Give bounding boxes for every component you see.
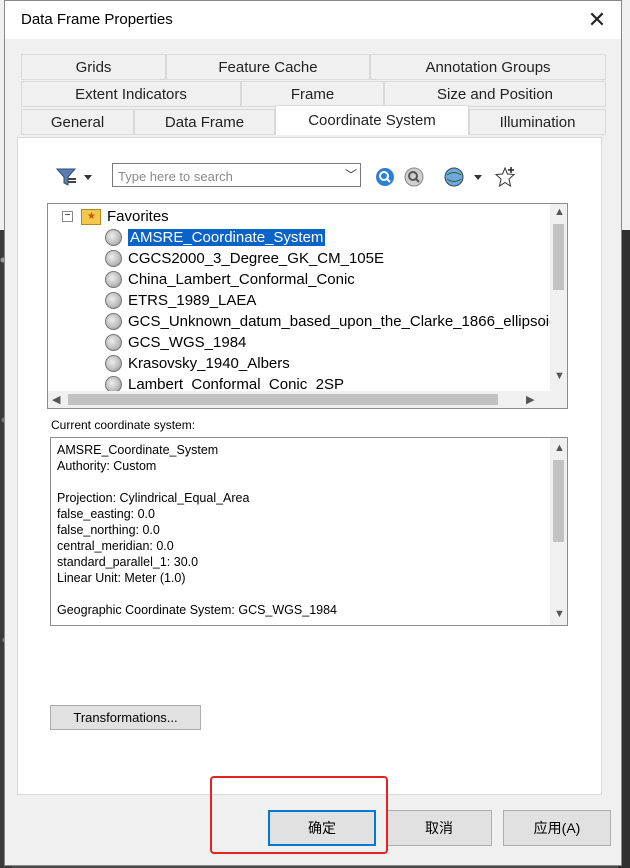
- info-line: false_easting: 0.0: [57, 507, 155, 521]
- tab-illumination[interactable]: Illumination: [469, 109, 606, 135]
- collapse-icon[interactable]: −: [62, 211, 73, 222]
- tab-feature-cache[interactable]: Feature Cache: [166, 54, 370, 80]
- globe-icon: [105, 229, 122, 246]
- list-item[interactable]: CGCS2000_3_Degree_GK_CM_105E: [105, 248, 384, 269]
- tree-item-label: GCS_WGS_1984: [128, 334, 247, 351]
- tree-vertical-scrollbar[interactable]: ▲ ▼: [550, 204, 567, 391]
- chevron-down-icon[interactable]: ﹀: [345, 166, 357, 183]
- scroll-thumb[interactable]: [68, 394, 498, 405]
- tree-label: Favorites: [107, 208, 169, 225]
- scroll-down-icon[interactable]: ▼: [554, 370, 565, 382]
- current-system-label: Current coordinate system:: [51, 418, 196, 432]
- scroll-thumb[interactable]: [553, 224, 564, 290]
- clear-search-icon[interactable]: [403, 166, 425, 188]
- tree-item-label: GCS_Unknown_datum_based_upon_the_Clarke_…: [128, 313, 558, 330]
- highlight-annotation-box: [210, 776, 388, 854]
- tree-item-label: AMSRE_Coordinate_System: [128, 229, 326, 246]
- scroll-right-icon[interactable]: ▶: [526, 393, 534, 406]
- scroll-left-icon[interactable]: ◀: [52, 393, 60, 406]
- cancel-button[interactable]: 取消: [386, 810, 492, 846]
- tab-size-and-position[interactable]: Size and Position: [384, 81, 606, 107]
- tab-annotation-groups[interactable]: Annotation Groups: [370, 54, 606, 80]
- globe-icon: [105, 334, 122, 351]
- favorites-folder-icon: ★: [81, 208, 101, 225]
- tree-item-label: ETRS_1989_LAEA: [128, 292, 257, 309]
- tree-horizontal-scrollbar[interactable]: ◀ ▶: [48, 391, 567, 408]
- info-line: standard_parallel_1: 30.0: [57, 555, 199, 569]
- tab-grids[interactable]: Grids: [21, 54, 166, 80]
- info-line: Geographic Coordinate System: GCS_WGS_19…: [57, 603, 337, 617]
- info-line: central_meridian: 0.0: [57, 539, 174, 553]
- info-line: Authority: Custom: [57, 459, 157, 473]
- tree-item-label: CGCS2000_3_Degree_GK_CM_105E: [128, 250, 384, 267]
- globe-icon: [105, 313, 122, 330]
- tab-coordinate-system[interactable]: Coordinate System: [275, 105, 469, 135]
- search-field[interactable]: ﹀: [112, 163, 361, 187]
- tab-data-frame[interactable]: Data Frame: [134, 109, 275, 135]
- info-line: Linear Unit: Meter (1.0): [57, 571, 186, 585]
- list-item[interactable]: GCS_WGS_1984: [105, 332, 246, 353]
- scroll-up-icon[interactable]: ▲: [554, 442, 565, 454]
- list-item[interactable]: GCS_Unknown_datum_based_upon_the_Clarke_…: [105, 311, 557, 332]
- magnifier-icon[interactable]: [374, 166, 396, 188]
- search-input[interactable]: [116, 165, 340, 187]
- info-line: Projection: Cylindrical_Equal_Area: [57, 491, 250, 505]
- filter-icon[interactable]: [55, 166, 95, 188]
- tree-root-favorites[interactable]: − ★ Favorites: [62, 206, 169, 227]
- apply-button[interactable]: 应用(A): [503, 810, 611, 846]
- globe-icon: [105, 250, 122, 267]
- info-line: AMSRE_Coordinate_System: [57, 443, 219, 457]
- coordinate-system-tree[interactable]: − ★ Favorites AMSRE_Coordinate_System CG…: [47, 203, 568, 409]
- close-icon[interactable]: ✕: [579, 5, 615, 35]
- list-item[interactable]: ETRS_1989_LAEA: [105, 290, 256, 311]
- add-favorite-icon[interactable]: [494, 166, 516, 188]
- tab-general[interactable]: General: [21, 109, 134, 135]
- tab-frame[interactable]: Frame: [241, 81, 384, 107]
- current-system-textbox: AMSRE_Coordinate_System Authority: Custo…: [50, 437, 568, 626]
- tab-extent-indicators[interactable]: Extent Indicators: [21, 81, 241, 107]
- list-item[interactable]: AMSRE_Coordinate_System: [105, 227, 326, 248]
- globe-icon: [105, 271, 122, 288]
- transformations-button[interactable]: Transformations...: [50, 705, 201, 730]
- scroll-down-icon[interactable]: ▼: [554, 608, 565, 620]
- globe-icon[interactable]: [443, 166, 487, 188]
- list-item[interactable]: Krasovsky_1940_Albers: [105, 353, 290, 374]
- scroll-up-icon[interactable]: ▲: [554, 206, 565, 218]
- tree-item-label: China_Lambert_Conformal_Conic: [128, 271, 355, 288]
- list-item[interactable]: China_Lambert_Conformal_Conic: [105, 269, 355, 290]
- window-title: Data Frame Properties: [21, 11, 173, 28]
- globe-icon: [105, 355, 122, 372]
- info-line: false_northing: 0.0: [57, 523, 160, 537]
- title-bar: Data Frame Properties ✕: [5, 1, 621, 39]
- globe-icon: [105, 292, 122, 309]
- info-vertical-scrollbar[interactable]: ▲ ▼: [550, 438, 567, 625]
- tree-item-label: Krasovsky_1940_Albers: [128, 355, 290, 372]
- scroll-thumb[interactable]: [553, 460, 564, 542]
